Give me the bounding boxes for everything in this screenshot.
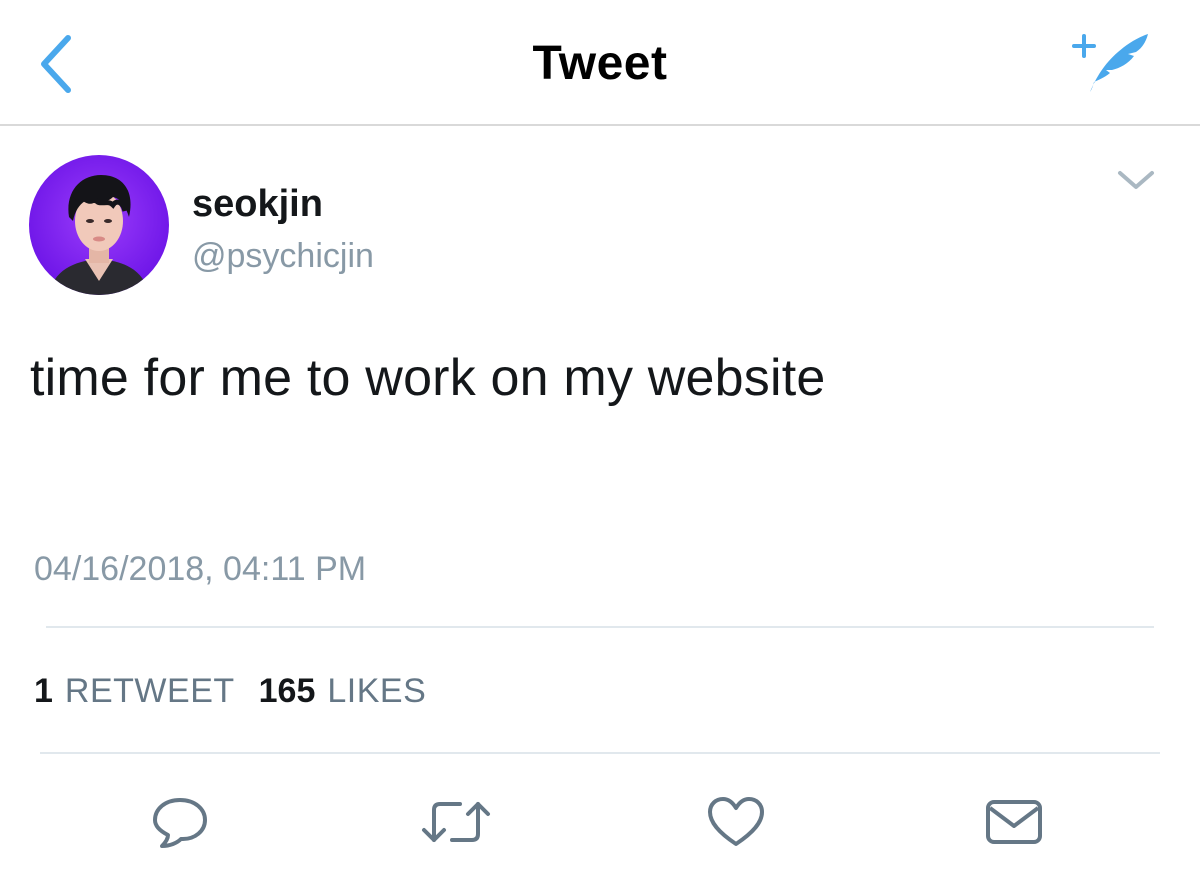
divider xyxy=(40,752,1160,754)
chevron-down-icon xyxy=(1118,171,1154,189)
retweet-button[interactable] xyxy=(420,786,492,858)
tweet-stats: 1 RETWEET 165 LIKES xyxy=(34,672,450,711)
tweet-options-button[interactable] xyxy=(1110,160,1162,200)
retweets-count: 1 xyxy=(34,672,53,710)
likes-count: 165 xyxy=(258,672,316,710)
direct-message-button[interactable] xyxy=(978,786,1050,858)
compose-tweet-button[interactable] xyxy=(1064,24,1156,100)
likes-stat[interactable]: 165 LIKES xyxy=(259,672,451,711)
tweet-detail-screen: Tweet seokjin @psychicjin time for me to… xyxy=(0,0,1200,878)
retweets-label: RETWEET xyxy=(64,672,235,710)
reply-icon xyxy=(153,798,207,848)
retweets-stat[interactable]: 1 RETWEET xyxy=(34,672,259,711)
avatar[interactable] xyxy=(29,155,169,295)
display-name[interactable]: seokjin xyxy=(192,183,323,226)
tweet-text: time for me to work on my website xyxy=(30,349,826,407)
navigation-bar: Tweet xyxy=(0,0,1200,126)
reply-button[interactable] xyxy=(144,786,216,858)
direct-message-icon xyxy=(986,800,1042,844)
like-icon xyxy=(708,797,764,846)
compose-tweet-icon xyxy=(1072,34,1148,92)
retweet-icon xyxy=(422,802,490,842)
divider xyxy=(46,626,1154,628)
user-handle[interactable]: @psychicjin xyxy=(192,237,374,276)
page-title: Tweet xyxy=(532,37,668,90)
profile-photo xyxy=(29,155,169,295)
likes-label: LIKES xyxy=(327,672,427,710)
like-button[interactable] xyxy=(700,786,772,858)
tweet-timestamp: 04/16/2018, 04:11 PM xyxy=(34,550,367,588)
